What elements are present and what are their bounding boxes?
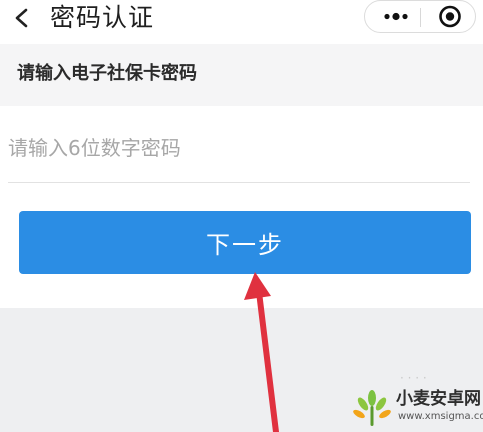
more-dots-icon[interactable] — [373, 1, 419, 32]
page-title: 密码认证 — [50, 3, 155, 32]
mini-program-capsule — [364, 0, 476, 33]
next-step-button[interactable]: 下一步 — [19, 211, 471, 274]
chevron-left-icon[interactable] — [8, 4, 38, 32]
input-underline — [8, 182, 470, 183]
watermark-url: www.xmsigma.com — [398, 411, 483, 422]
close-target-icon[interactable] — [428, 1, 472, 32]
wheat-logo-icon — [353, 390, 391, 426]
password-input[interactable] — [8, 128, 470, 168]
section-header: 请输入电子社保卡密码 — [0, 44, 483, 106]
capsule-divider — [420, 8, 421, 27]
watermark-dots: · · · · — [400, 371, 427, 385]
nav-header: 密码认证 — [0, 0, 483, 44]
password-form: 下一步 — [0, 106, 483, 308]
watermark-name: 小麦安卓网 — [396, 389, 481, 409]
section-label: 请输入电子社保卡密码 — [17, 63, 197, 84]
watermark: 小麦安卓网 www.xmsigma.com — [352, 386, 483, 430]
